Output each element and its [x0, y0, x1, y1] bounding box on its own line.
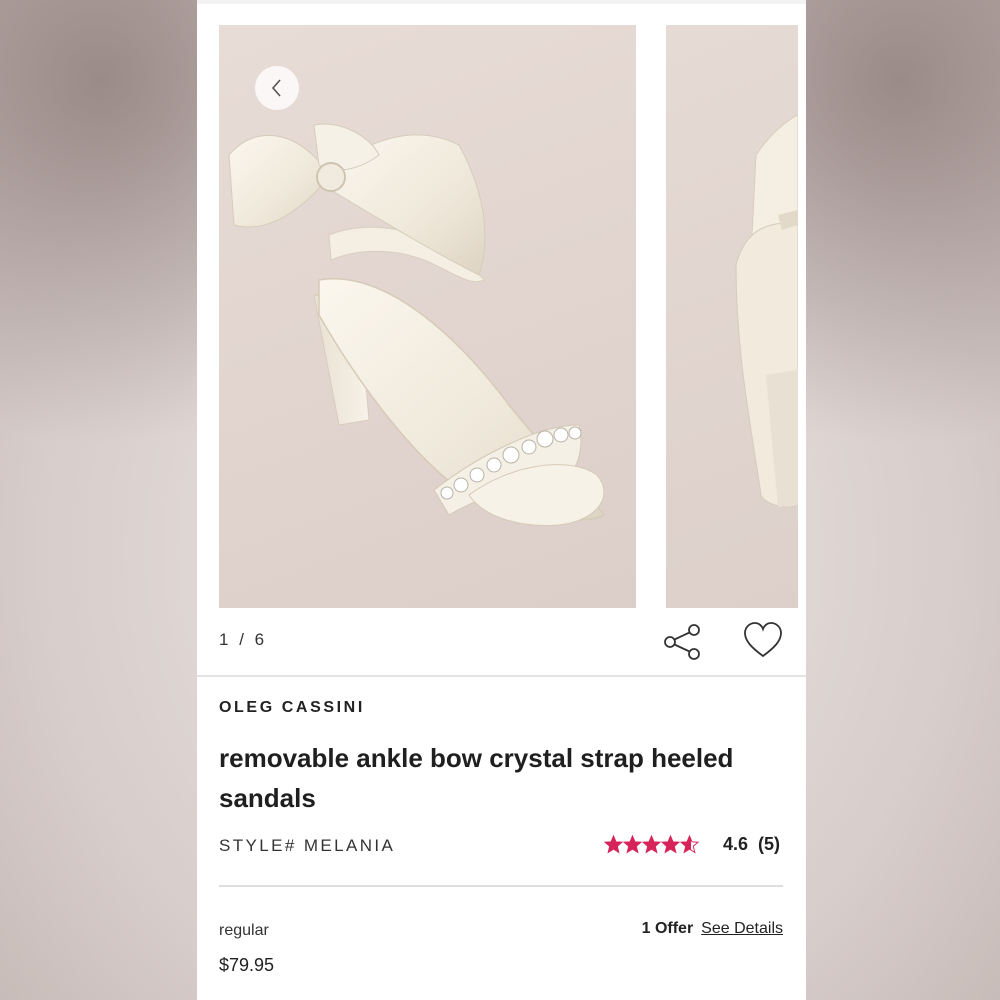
rating-stars — [604, 835, 699, 854]
star-icon — [680, 835, 699, 854]
brand-name[interactable]: OLEG CASSINI — [219, 699, 365, 717]
price-label: regular — [219, 922, 269, 939]
star-icon — [661, 835, 680, 854]
sandal-image — [228, 123, 606, 526]
offer-info: 1 Offer See Details — [642, 920, 783, 938]
sandal-image-next — [735, 114, 798, 508]
product-image-next[interactable] — [666, 25, 798, 608]
chevron-left-icon — [271, 79, 281, 97]
heart-icon[interactable] — [742, 620, 784, 662]
image-counter: 1 / 6 — [219, 630, 267, 650]
top-edge — [197, 0, 806, 4]
product-card: 1 / 6 OLEG CASSINI removable ankle bow c… — [197, 0, 806, 1000]
image-counter-current: 1 — [219, 630, 232, 649]
rating-summary[interactable]: 4.6 (5) — [604, 834, 780, 855]
product-title: removable ankle bow crystal strap heeled… — [219, 743, 734, 813]
star-icon — [623, 835, 642, 854]
see-details-link[interactable]: See Details — [701, 920, 783, 938]
star-icon — [642, 835, 661, 854]
style-number: STYLE# MELANIA — [219, 836, 396, 855]
rating-count: (5) — [758, 834, 781, 854]
divider — [219, 885, 783, 887]
previous-image-button[interactable] — [255, 66, 299, 110]
offer-count: 1 Offer — [641, 920, 694, 937]
divider — [197, 675, 806, 677]
image-counter-separator: / — [239, 630, 247, 649]
product-image-main[interactable] — [219, 25, 636, 608]
rating-value: 4.6 — [723, 834, 749, 854]
share-icon[interactable] — [662, 622, 702, 662]
image-counter-total: 6 — [254, 630, 268, 649]
star-icon — [604, 835, 623, 854]
price: $79.95 — [219, 955, 275, 975]
